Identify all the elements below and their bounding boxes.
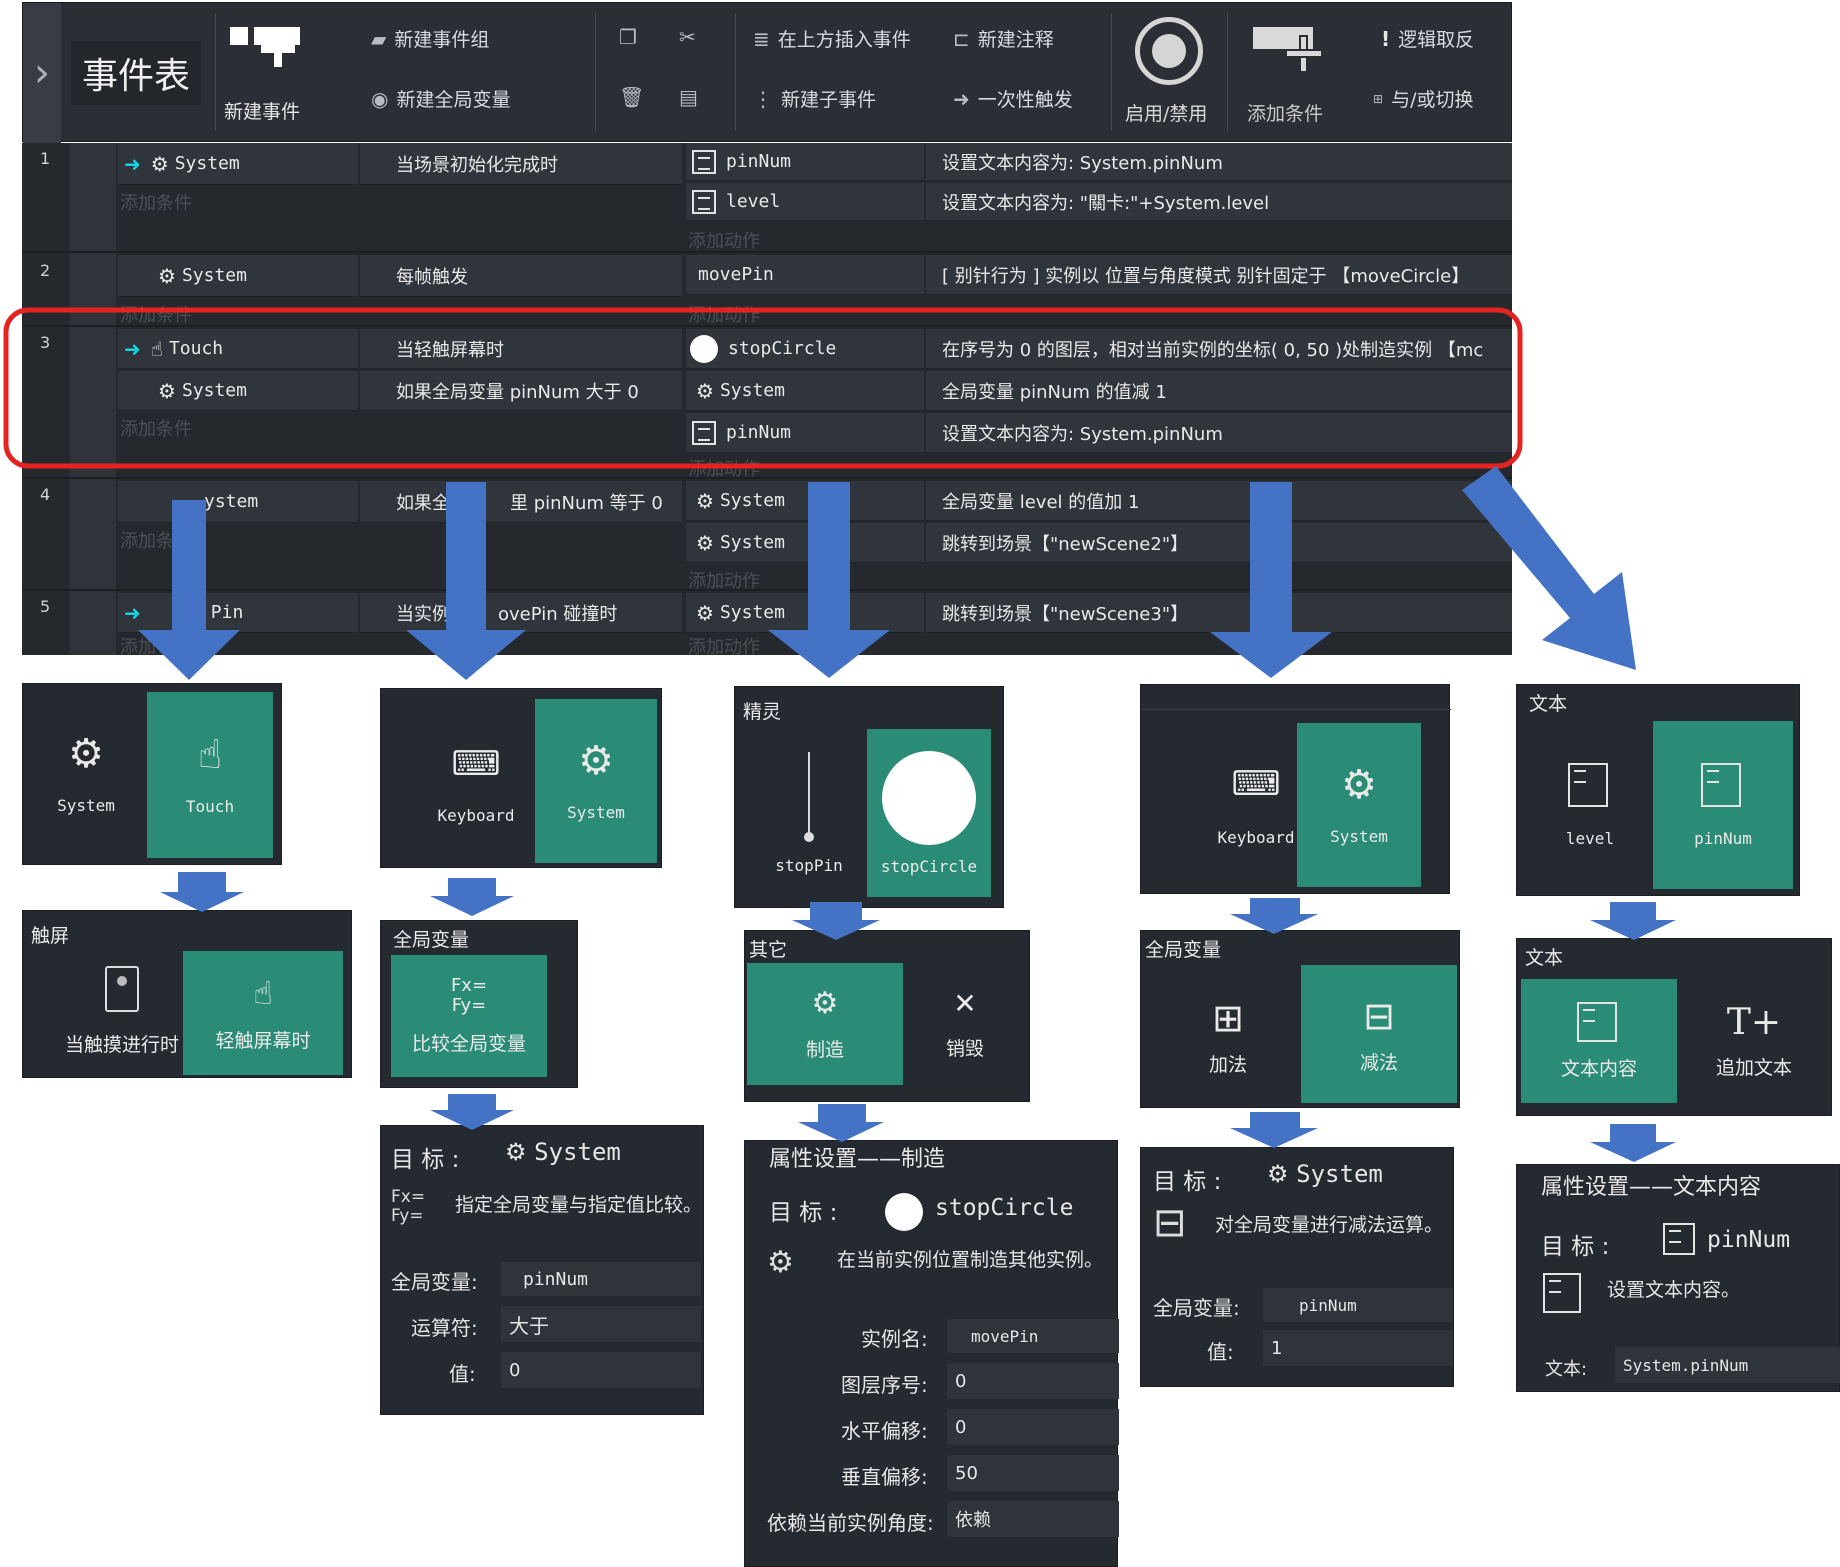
annotation-overlay — [3, 307, 1676, 1162]
highlight-box — [3, 307, 1523, 469]
down-arrows — [138, 466, 1676, 1162]
